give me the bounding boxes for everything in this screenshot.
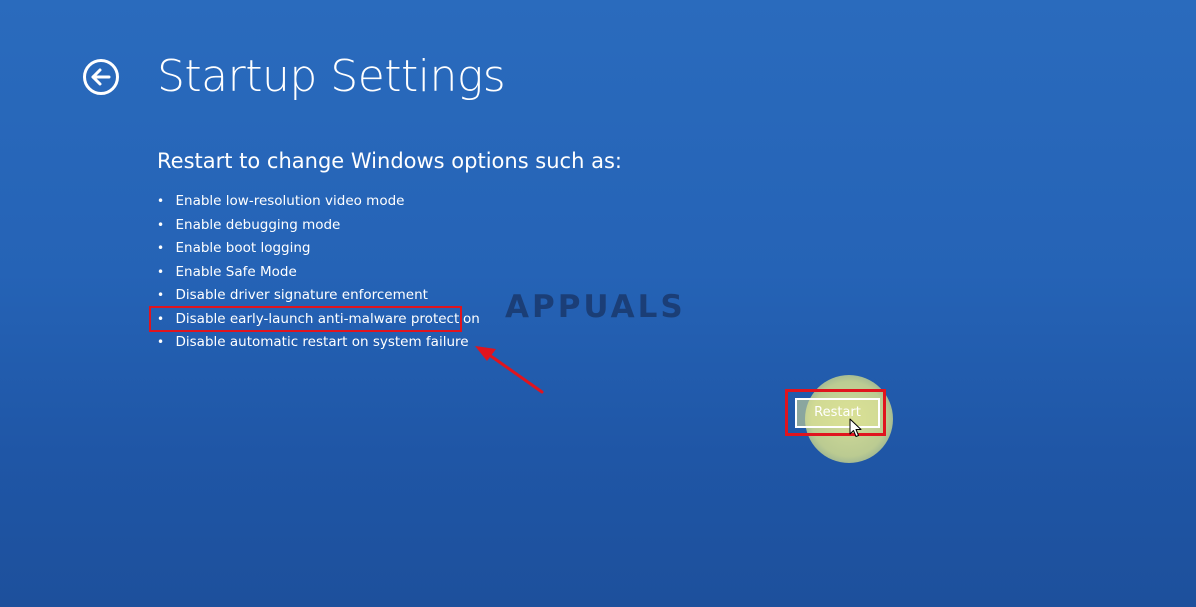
option-label: Enable Safe Mode [175,263,297,280]
mouse-pointer-icon [849,418,862,437]
option-item: • Enable low-resolution video mode [157,190,480,214]
startup-settings-screen: Startup Settings Restart to change Windo… [0,0,1196,607]
bullet-icon: • [157,194,165,208]
bullet-icon: • [157,288,165,302]
annotation-arrow-icon [475,346,544,394]
back-button[interactable] [82,58,120,96]
option-item: • Disable driver signature enforcement [157,284,480,308]
option-highlight-box [149,306,462,332]
bullet-icon: • [157,217,165,232]
option-item: • Enable debugging mode [157,214,480,238]
option-label: Disable driver signature enforcement [175,287,428,303]
option-label: Enable boot logging [175,240,311,256]
option-item: • Disable automatic restart on system fai… [157,331,480,355]
page-title: Startup Settings [157,51,506,102]
bullet-icon: • [157,241,165,255]
subtitle: Restart to change Windows options such a… [157,149,622,173]
watermark-logo-text: APPUALS [505,289,686,325]
bullet-icon: • [157,264,165,279]
appuals-watermark: APPUALS [505,282,695,332]
restart-button[interactable]: Restart [795,398,880,428]
option-label: Enable debugging mode [175,216,341,233]
bullet-icon: • [157,335,165,349]
back-arrow-circle-icon [83,59,119,95]
option-item: • Enable boot logging [157,237,480,261]
option-item: • Enable Safe Mode [157,261,480,285]
option-label: Disable automatic restart on system fail… [175,334,469,350]
option-label: Enable low-resolution video mode [175,193,405,209]
